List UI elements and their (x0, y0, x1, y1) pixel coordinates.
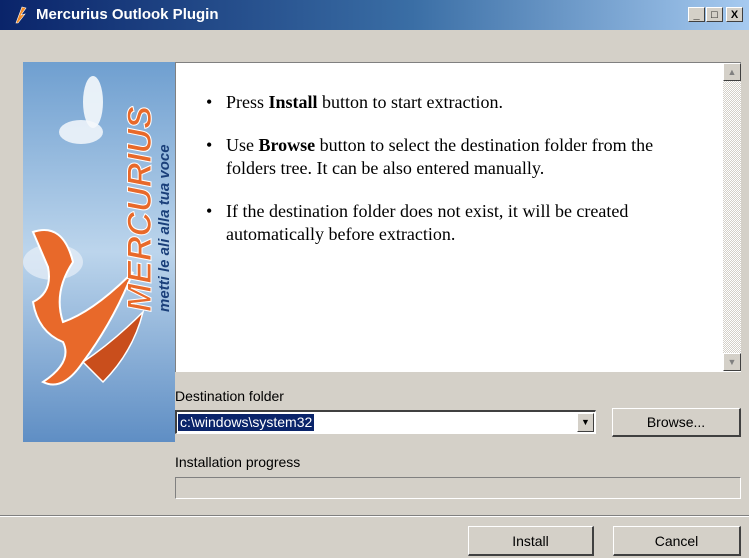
app-icon (15, 6, 27, 24)
instruction-item: • Use Browse button to select the destina… (206, 135, 654, 178)
maximize-button[interactable]: □ (706, 7, 723, 22)
destination-label: Destination folder (175, 388, 284, 404)
cancel-button[interactable]: Cancel (613, 526, 741, 556)
instructions-panel: • Press Install button to start extractio… (175, 62, 741, 372)
close-button[interactable]: X (726, 7, 743, 22)
progress-label: Installation progress (175, 454, 301, 470)
scroll-up-icon[interactable]: ▲ (723, 63, 741, 81)
instructions-list: • Press Install button to start extractio… (206, 91, 706, 266)
scroll-down-icon[interactable]: ▼ (723, 353, 741, 371)
install-button[interactable]: Install (468, 526, 594, 556)
footer-separator (0, 515, 749, 517)
minimize-button[interactable]: _ (688, 7, 705, 22)
destination-value[interactable]: c:\windows\system32 (178, 414, 315, 431)
bullet-icon: • (206, 135, 213, 155)
banner-brand: MERCURIUS (121, 106, 159, 312)
browse-button[interactable]: Browse... (612, 408, 741, 437)
instruction-item: • If the destination folder does not exis… (206, 201, 629, 244)
window-title: Mercurius Outlook Plugin (36, 6, 219, 23)
title-bar: Mercurius Outlook Plugin _ □ X (0, 0, 749, 30)
chevron-down-icon[interactable]: ▼ (577, 413, 594, 432)
instruction-item: • Press Install button to start extractio… (206, 92, 504, 112)
destination-combobox[interactable]: c:\windows\system32 ▼ (175, 410, 596, 434)
installation-progress-bar (175, 477, 741, 499)
bullet-icon: • (206, 201, 213, 221)
vertical-scrollbar[interactable]: ▲ ▼ (723, 63, 741, 371)
bullet-icon: • (206, 92, 213, 112)
mercurius-banner: MERCURIUS metti le ali alla tua voce (23, 62, 175, 442)
banner-tagline: metti le ali alla tua voce (156, 144, 173, 312)
